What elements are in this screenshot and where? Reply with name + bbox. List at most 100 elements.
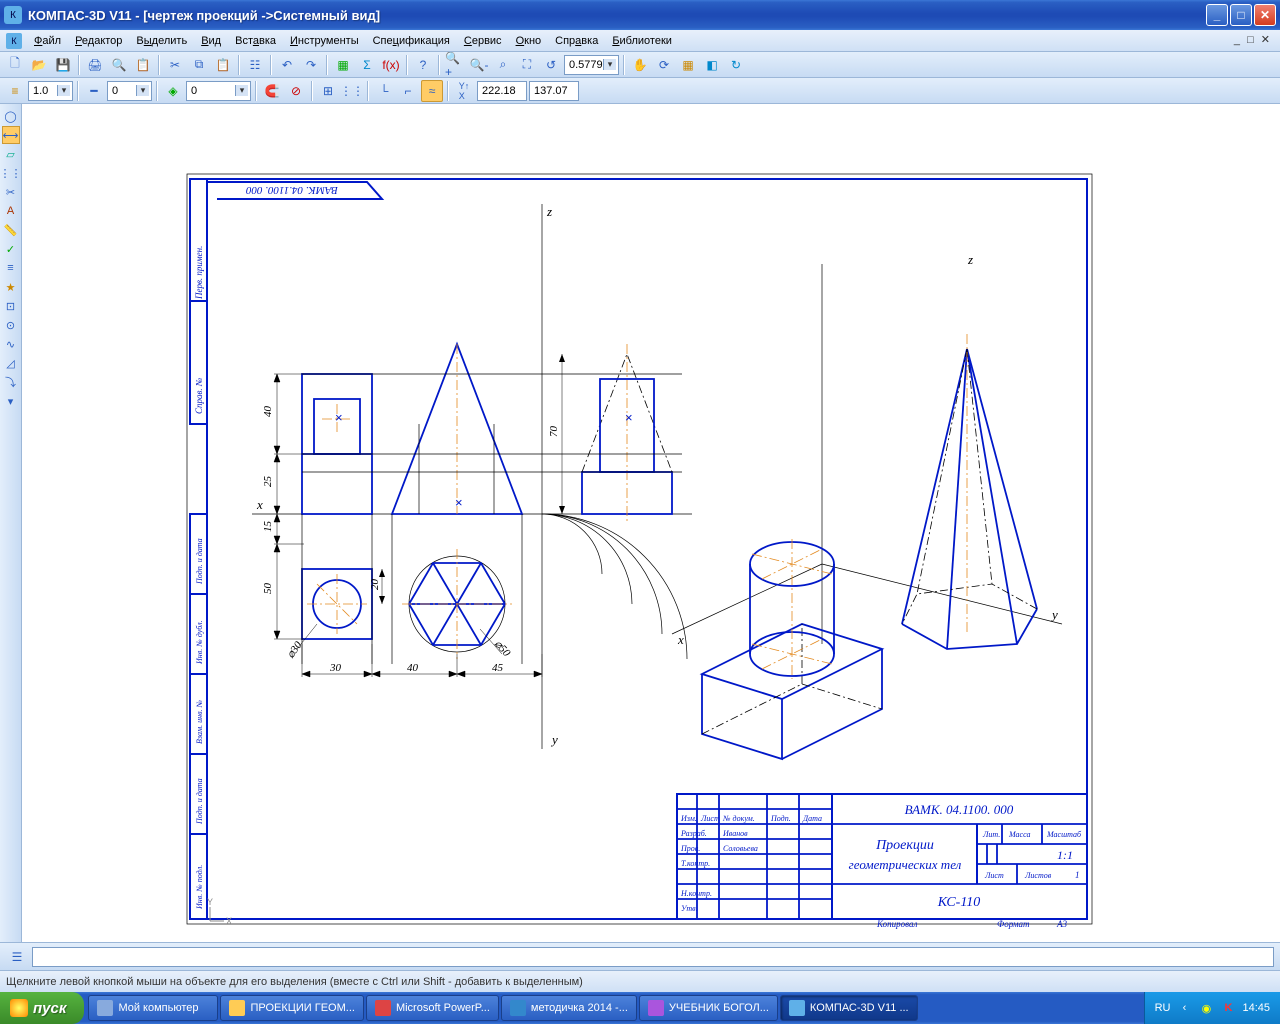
measure-icon[interactable]: 📏 [2, 221, 20, 239]
copy-icon[interactable]: ⧉ [188, 54, 210, 76]
local-cs-icon[interactable]: ⌐ [397, 80, 419, 102]
menu-spec[interactable]: Спецификация [367, 33, 456, 49]
menu-tools[interactable]: Инструменты [284, 33, 365, 49]
menu-file[interactable]: Файл [28, 33, 67, 49]
preview-icon[interactable]: 🔍 [108, 54, 130, 76]
layers-icon[interactable]: ▦ [677, 54, 699, 76]
coord-x-field[interactable]: 222.18 [477, 81, 527, 101]
orbit-icon[interactable]: ⟳ [653, 54, 675, 76]
open-icon[interactable]: 📂 [28, 54, 50, 76]
linestyle-combo[interactable]: 1.0 [28, 81, 73, 101]
spec-icon[interactable]: ≡ [2, 259, 20, 277]
minimize-button[interactable]: _ [1206, 4, 1228, 26]
svg-text:Соловьева: Соловьева [723, 844, 758, 853]
task-powerpoint[interactable]: Microsoft PowerP... [366, 995, 499, 1021]
layer-combo[interactable]: 0 [186, 81, 251, 101]
task-reader[interactable]: УЧЕБНИК БОГОЛ... [639, 995, 778, 1021]
system-tray[interactable]: RU ‹ ◉ K 14:45 [1144, 992, 1280, 1024]
drawing-canvas[interactable]: Перв. примен. Справ. № Подп. и дата Инв.… [22, 104, 1280, 942]
svg-text:45: 45 [492, 662, 504, 674]
menu-insert[interactable]: Вставка [229, 33, 282, 49]
svg-text:x: x [256, 497, 263, 512]
layer-icon[interactable]: ◈ [162, 80, 184, 102]
zoom-prev-icon[interactable]: ↺ [540, 54, 562, 76]
props-icon[interactable]: 📋 [132, 54, 154, 76]
zoom-window-icon[interactable]: ⌕ [492, 54, 514, 76]
save-icon[interactable]: 💾 [52, 54, 74, 76]
pan-icon[interactable]: ✋ [629, 54, 651, 76]
task-my-computer[interactable]: Мой компьютер [88, 995, 218, 1021]
text-icon[interactable]: A [2, 202, 20, 220]
grid2-icon[interactable]: ⋮⋮ [341, 80, 363, 102]
surf-icon[interactable]: ◿ [2, 354, 20, 372]
menu-view[interactable]: Вид [195, 33, 227, 49]
menu-editor[interactable]: Редактор [69, 33, 128, 49]
lineweight-icon[interactable]: ━ [83, 80, 105, 102]
refresh-icon[interactable]: ↻ [725, 54, 747, 76]
start-button[interactable]: пуск [0, 992, 84, 1024]
redo-icon[interactable]: ↷ [300, 54, 322, 76]
ortho-icon[interactable]: └ [373, 80, 395, 102]
menu-select[interactable]: Выделить [130, 33, 193, 49]
render-icon[interactable]: ◧ [701, 54, 723, 76]
new-icon[interactable]: 🗋 [4, 54, 26, 76]
print-icon[interactable]: 🖨 [84, 54, 106, 76]
edit-icon[interactable]: ⋮⋮ [2, 164, 20, 182]
lang-indicator[interactable]: RU [1155, 1002, 1171, 1014]
paste-icon[interactable]: 📋 [212, 54, 234, 76]
views-icon[interactable]: ⊡ [2, 297, 20, 315]
cut-icon[interactable]: ✂ [164, 54, 186, 76]
task-word[interactable]: методичка 2014 -... [501, 995, 637, 1021]
zoom-out-icon[interactable]: 🔍- [468, 54, 490, 76]
zoom-in-icon[interactable]: 🔍+ [444, 54, 466, 76]
select-icon[interactable]: ✓ [2, 240, 20, 258]
lineweight-combo[interactable]: 0 [107, 81, 152, 101]
coord-y-field[interactable]: 137.07 [529, 81, 579, 101]
tray-icon-1[interactable]: ‹ [1176, 1000, 1192, 1016]
linestyle-icon[interactable]: ≡ [4, 80, 26, 102]
task-folder[interactable]: ПРОЕКЦИИ ГЕОМ... [220, 995, 364, 1021]
arc-icon[interactable]: ⤵ [2, 373, 20, 391]
round-icon[interactable]: ≈ [421, 80, 443, 102]
mdi-buttons[interactable]: _ □ ✕ [1234, 33, 1272, 46]
curve-icon[interactable]: ∿ [2, 335, 20, 353]
grid-icon[interactable]: ⊞ [317, 80, 339, 102]
aux-icon[interactable]: ⊙ [2, 316, 20, 334]
close-button[interactable]: ✕ [1254, 4, 1276, 26]
params-icon[interactable]: ✂ [2, 183, 20, 201]
more-icon[interactable]: ▾ [2, 392, 20, 410]
taskbar-tasks: Мой компьютер ПРОЕКЦИИ ГЕОМ... Microsoft… [84, 995, 1143, 1021]
svg-text:25: 25 [262, 476, 274, 488]
undo-icon[interactable]: ↶ [276, 54, 298, 76]
snap-magnet-icon[interactable]: 🧲 [261, 80, 283, 102]
menu-service[interactable]: Сервис [458, 33, 508, 49]
tray-icon-2[interactable]: ◉ [1198, 1000, 1214, 1016]
properties-icon[interactable]: ☷ [244, 54, 266, 76]
fx-icon[interactable]: f(x) [380, 54, 402, 76]
toolbar-standard: 🗋 📂 💾 🖨 🔍 📋 ✂ ⧉ 📋 ☷ ↶ ↷ ▦ Σ f(x) ? 🔍+ 🔍-… [0, 52, 1280, 78]
dimensions-icon[interactable]: ⟷ [2, 126, 20, 144]
snap-off-icon[interactable]: ⊘ [285, 80, 307, 102]
symbols-icon[interactable]: ▱ [2, 145, 20, 163]
maximize-button[interactable]: □ [1230, 4, 1252, 26]
menu-libs[interactable]: Библиотеки [606, 33, 678, 49]
svg-text:40: 40 [407, 662, 419, 674]
scale-combo[interactable]: 0.5779 [564, 55, 619, 75]
svg-text:Листов: Листов [1024, 871, 1052, 880]
tools2-icon[interactable]: ★ [2, 278, 20, 296]
macro-icon[interactable]: ▦ [332, 54, 354, 76]
prop-field[interactable] [32, 947, 1274, 967]
menu-help[interactable]: Справка [549, 33, 604, 49]
geometry-icon[interactable]: ◯ [2, 107, 20, 125]
prop-icon[interactable]: ☰ [6, 946, 28, 968]
task-kompas[interactable]: КОМПАС-3D V11 ... [780, 995, 918, 1021]
zoom-fit-icon[interactable]: ⛶ [516, 54, 538, 76]
xy-icon[interactable]: Y↑X [453, 80, 475, 102]
svg-text:1:1: 1:1 [1057, 848, 1073, 862]
help-icon[interactable]: ? [412, 54, 434, 76]
svg-text:Подп. и дата: Подп. и дата [195, 778, 204, 825]
tray-antivirus-icon[interactable]: K [1220, 1000, 1236, 1016]
vars-icon[interactable]: Σ [356, 54, 378, 76]
clock[interactable]: 14:45 [1242, 1002, 1270, 1014]
menu-window[interactable]: Окно [510, 33, 548, 49]
